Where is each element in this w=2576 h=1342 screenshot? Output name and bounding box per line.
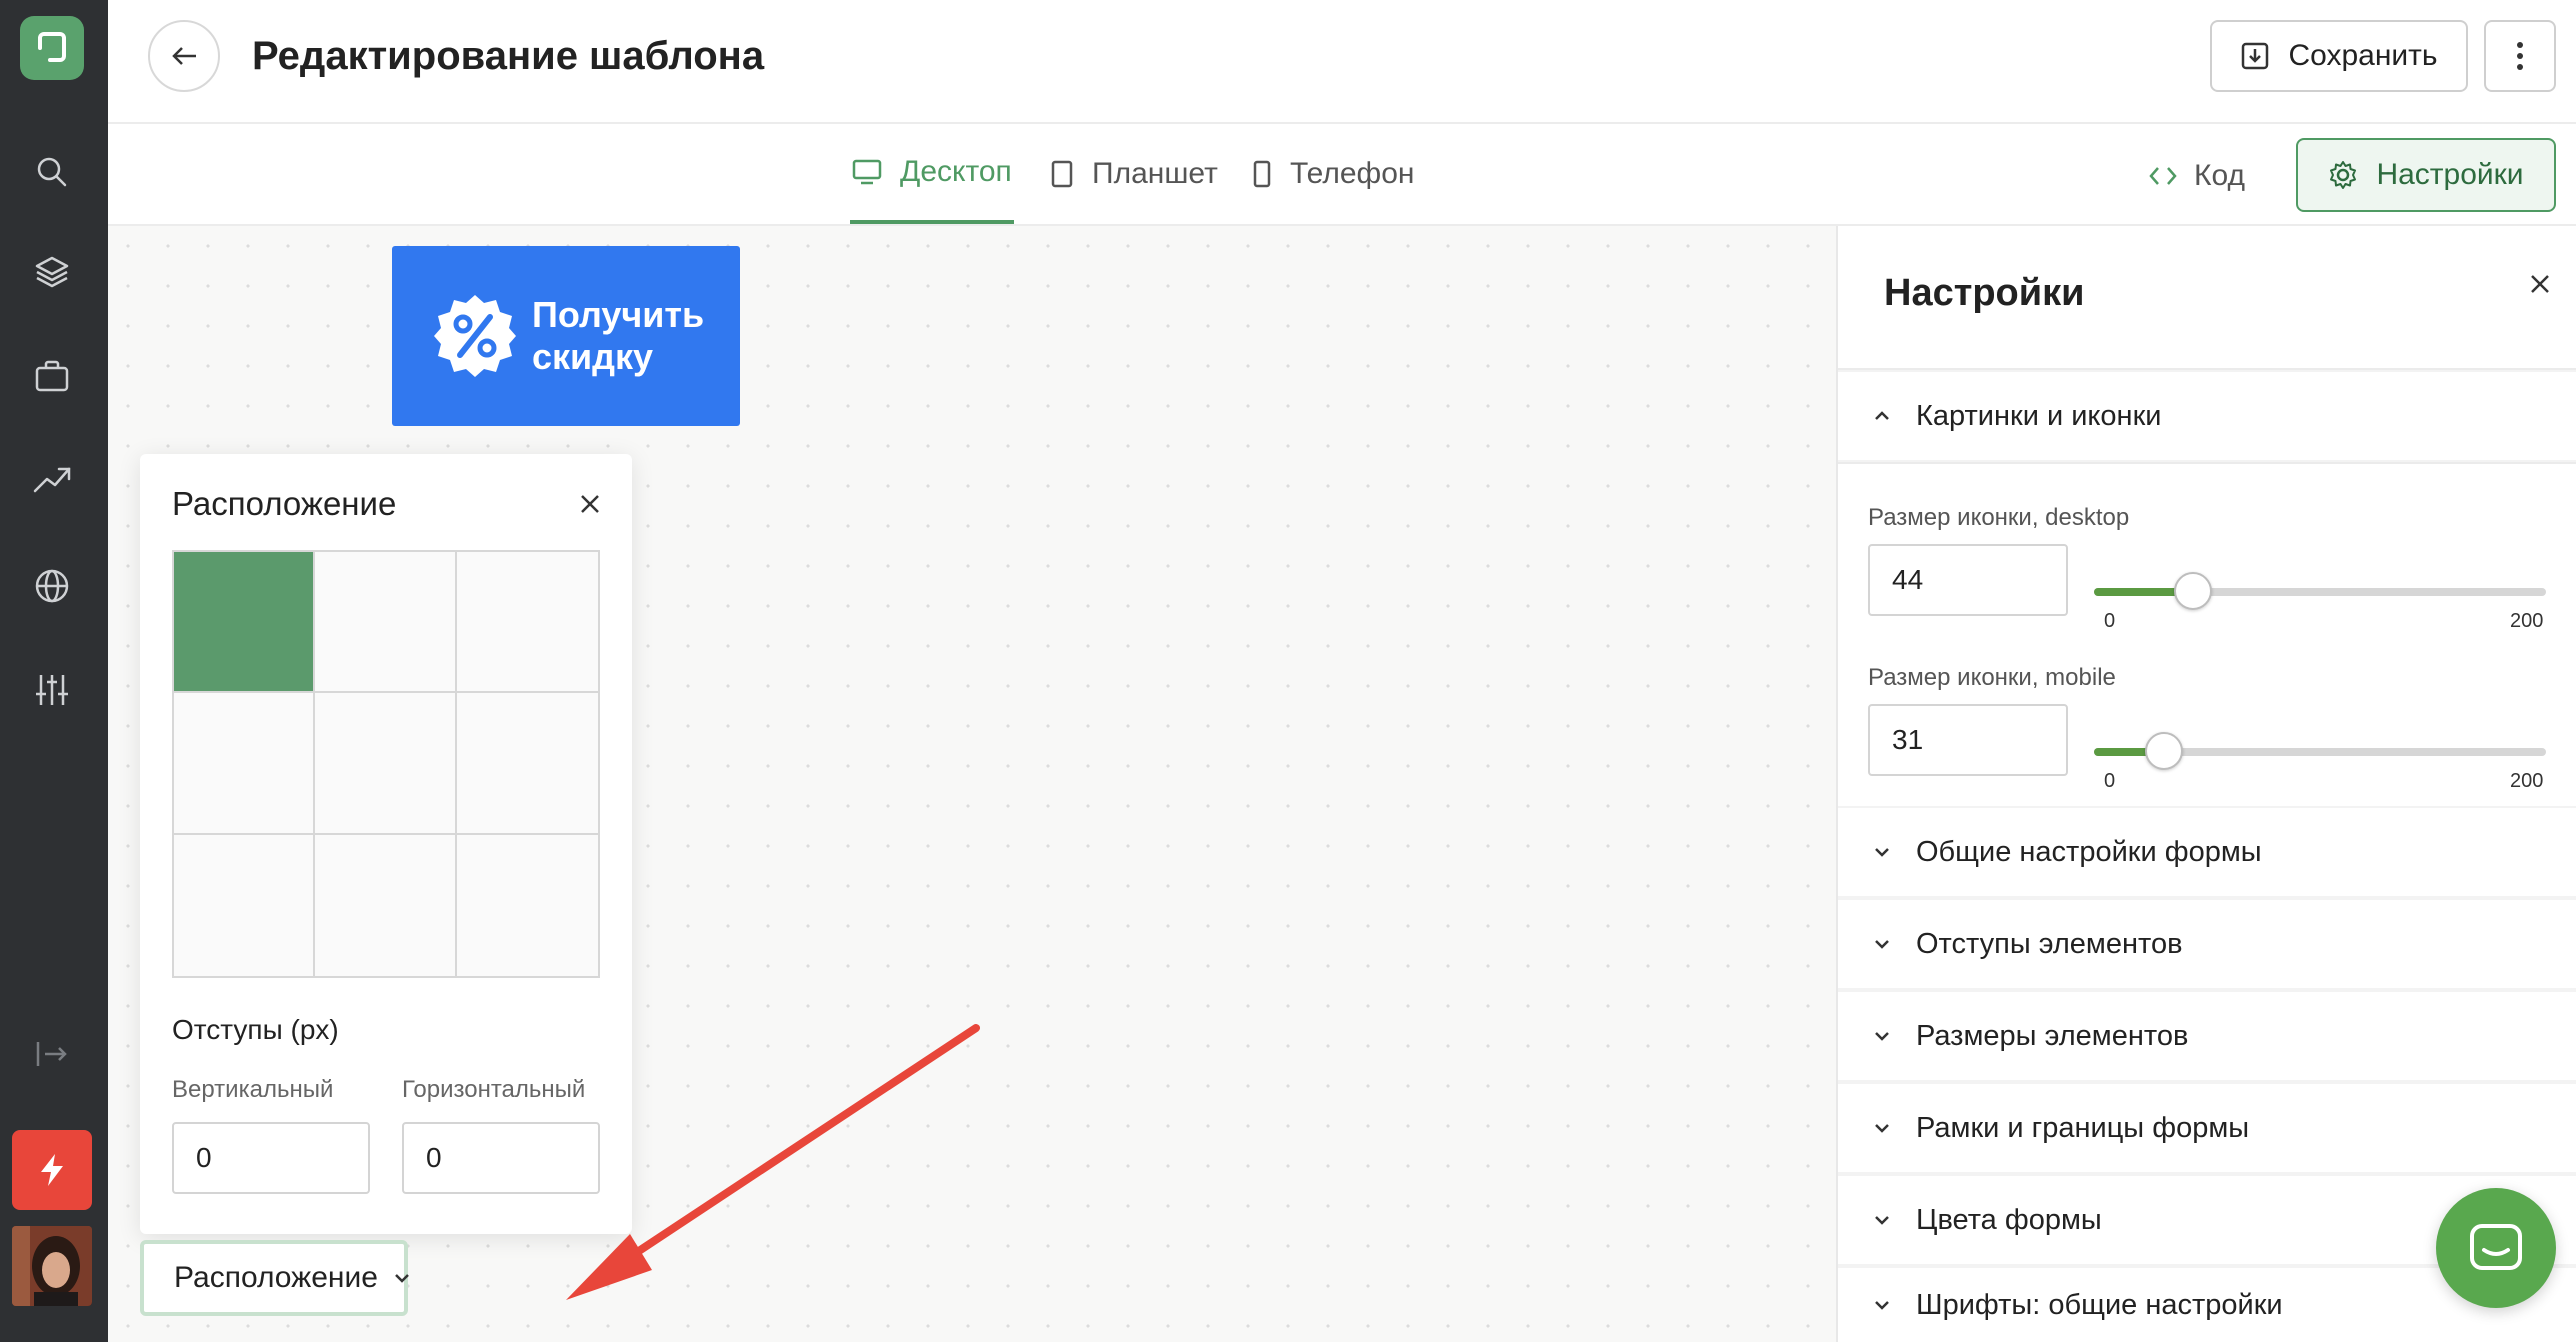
- chevron-down-icon: [1874, 847, 1890, 857]
- slider-thumb[interactable]: [2174, 572, 2213, 610]
- chevron-up-icon: [1874, 411, 1890, 421]
- discount-widget-button[interactable]: Получить скидку: [392, 246, 740, 426]
- slider-min-label: 0: [2104, 770, 2116, 792]
- icon-size-desktop-slider[interactable]: [2094, 572, 2546, 610]
- placement-cell-middle-center[interactable]: [315, 693, 457, 835]
- avatar[interactable]: [12, 1226, 92, 1306]
- device-toolbar: Десктоп Планшет Телефон Код Настройки: [108, 124, 2576, 226]
- icon-size-desktop-label: Размер иконки, desktop: [1868, 504, 2130, 531]
- page-header: Редактирование шаблона Сохранить: [108, 0, 2576, 124]
- section-label: Картинки и иконки: [1916, 399, 2162, 432]
- chevron-down-icon: [1874, 1031, 1890, 1041]
- tablet-icon: [1050, 160, 1074, 188]
- section-element-margins[interactable]: Отступы элементов: [1838, 900, 2576, 988]
- section-label: Отступы элементов: [1916, 927, 2183, 960]
- discount-label-line1: Получить: [532, 294, 705, 335]
- page-title: Редактирование шаблона: [252, 34, 765, 78]
- app-logo-icon[interactable]: [20, 16, 84, 80]
- slider-thumb[interactable]: [2145, 732, 2184, 770]
- tab-desktop-label: Десктоп: [900, 155, 1012, 188]
- section-images-icons[interactable]: Картинки и иконки: [1838, 372, 2576, 460]
- save-button[interactable]: Сохранить: [2210, 20, 2468, 92]
- chevron-down-icon: [1874, 1300, 1890, 1310]
- close-icon[interactable]: [2522, 266, 2558, 302]
- settings-title: Настройки: [1884, 272, 2085, 314]
- logout-icon[interactable]: [28, 1030, 76, 1078]
- placement-cell-bottom-right[interactable]: [456, 834, 598, 976]
- save-label: Сохранить: [2288, 39, 2438, 72]
- download-icon: [2240, 41, 2270, 71]
- icon-size-mobile-slider[interactable]: [2094, 732, 2546, 770]
- placement-cell-middle-right[interactable]: [456, 693, 598, 835]
- briefcase-icon[interactable]: [28, 352, 76, 400]
- code-label: Код: [2194, 159, 2246, 192]
- editor-canvas[interactable]: Получить скидку Расположение Отступы (px…: [108, 226, 1836, 1342]
- more-vertical-icon: [2517, 42, 2523, 70]
- vertical-margin-input[interactable]: [172, 1122, 370, 1194]
- section-label: Рамки и границы формы: [1916, 1111, 2250, 1144]
- popover-title: Расположение: [172, 485, 397, 522]
- slider-min-label: 0: [2104, 610, 2116, 632]
- section-label: Цвета формы: [1916, 1203, 2102, 1236]
- code-button[interactable]: Код: [2148, 148, 2245, 204]
- section-borders[interactable]: Рамки и границы формы: [1838, 1084, 2576, 1172]
- more-options-button[interactable]: [2484, 20, 2556, 92]
- arrow-left-icon: [172, 47, 196, 65]
- placement-cell-top-center[interactable]: [315, 552, 457, 694]
- icons-section-body: Размер иконки, desktop 0 200 Размер икон…: [1838, 462, 2576, 806]
- section-label: Общие настройки формы: [1916, 835, 2262, 868]
- placement-dropdown-label: Расположение: [174, 1261, 378, 1294]
- chat-widget-button[interactable]: [2436, 1188, 2556, 1308]
- percent-badge-icon: [432, 293, 518, 379]
- tab-desktop[interactable]: Десктоп: [850, 124, 1014, 224]
- section-label: Шрифты: общие настройки: [1916, 1288, 2283, 1321]
- monitor-icon: [852, 158, 882, 186]
- section-element-sizes[interactable]: Размеры элементов: [1838, 992, 2576, 1080]
- annotation-arrow-icon: [566, 1024, 980, 1300]
- sliders-icon[interactable]: [28, 666, 76, 714]
- vertical-margin-label: Вертикальный: [172, 1076, 334, 1103]
- globe-icon[interactable]: [28, 562, 76, 610]
- settings-header: Настройки: [1838, 226, 2576, 370]
- section-label: Размеры элементов: [1916, 1019, 2189, 1052]
- gear-icon: [2328, 160, 2358, 190]
- close-icon[interactable]: [574, 488, 606, 520]
- margins-title: Отступы (px): [172, 1014, 339, 1045]
- slider-max-label: 200: [2510, 770, 2544, 792]
- left-rail: [0, 0, 108, 1342]
- icon-size-mobile-label: Размер иконки, mobile: [1868, 664, 2116, 691]
- slider-max-label: 200: [2510, 610, 2544, 632]
- chevron-down-icon: [1874, 1215, 1890, 1225]
- discount-label: Получить скидку: [532, 294, 712, 378]
- placement-cell-top-left[interactable]: [174, 552, 316, 694]
- tab-tablet-label: Планшет: [1092, 157, 1218, 190]
- back-button[interactable]: [148, 20, 220, 92]
- discount-label-line2: скидку: [532, 336, 654, 377]
- trending-up-icon[interactable]: [28, 456, 76, 504]
- layers-icon[interactable]: [28, 248, 76, 296]
- lightning-icon[interactable]: [12, 1130, 92, 1210]
- placement-dropdown[interactable]: Расположение: [140, 1240, 410, 1316]
- chevron-down-icon: [1874, 1123, 1890, 1133]
- icon-size-desktop-input[interactable]: [1868, 544, 2068, 616]
- chat-icon: [2470, 1224, 2522, 1270]
- icon-size-mobile-input[interactable]: [1868, 704, 2068, 776]
- chevron-down-icon: [394, 1273, 410, 1283]
- search-icon[interactable]: [28, 148, 76, 196]
- placement-cell-bottom-left[interactable]: [174, 834, 316, 976]
- code-icon: [2148, 164, 2178, 188]
- tab-phone[interactable]: Телефон: [1252, 124, 1414, 224]
- section-general-form[interactable]: Общие настройки формы: [1838, 808, 2576, 896]
- settings-button[interactable]: Настройки: [2296, 138, 2556, 212]
- phone-icon: [1252, 160, 1272, 188]
- tab-tablet[interactable]: Планшет: [1050, 124, 1218, 224]
- tab-phone-label: Телефон: [1290, 157, 1415, 190]
- placement-grid: [172, 550, 600, 978]
- placement-cell-middle-left[interactable]: [174, 693, 316, 835]
- placement-cell-bottom-center[interactable]: [315, 834, 457, 976]
- settings-label: Настройки: [2376, 158, 2524, 191]
- settings-panel: Настройки Картинки и иконки Размер иконк…: [1836, 226, 2576, 1342]
- chevron-down-icon: [1874, 939, 1890, 949]
- placement-cell-top-right[interactable]: [456, 552, 598, 694]
